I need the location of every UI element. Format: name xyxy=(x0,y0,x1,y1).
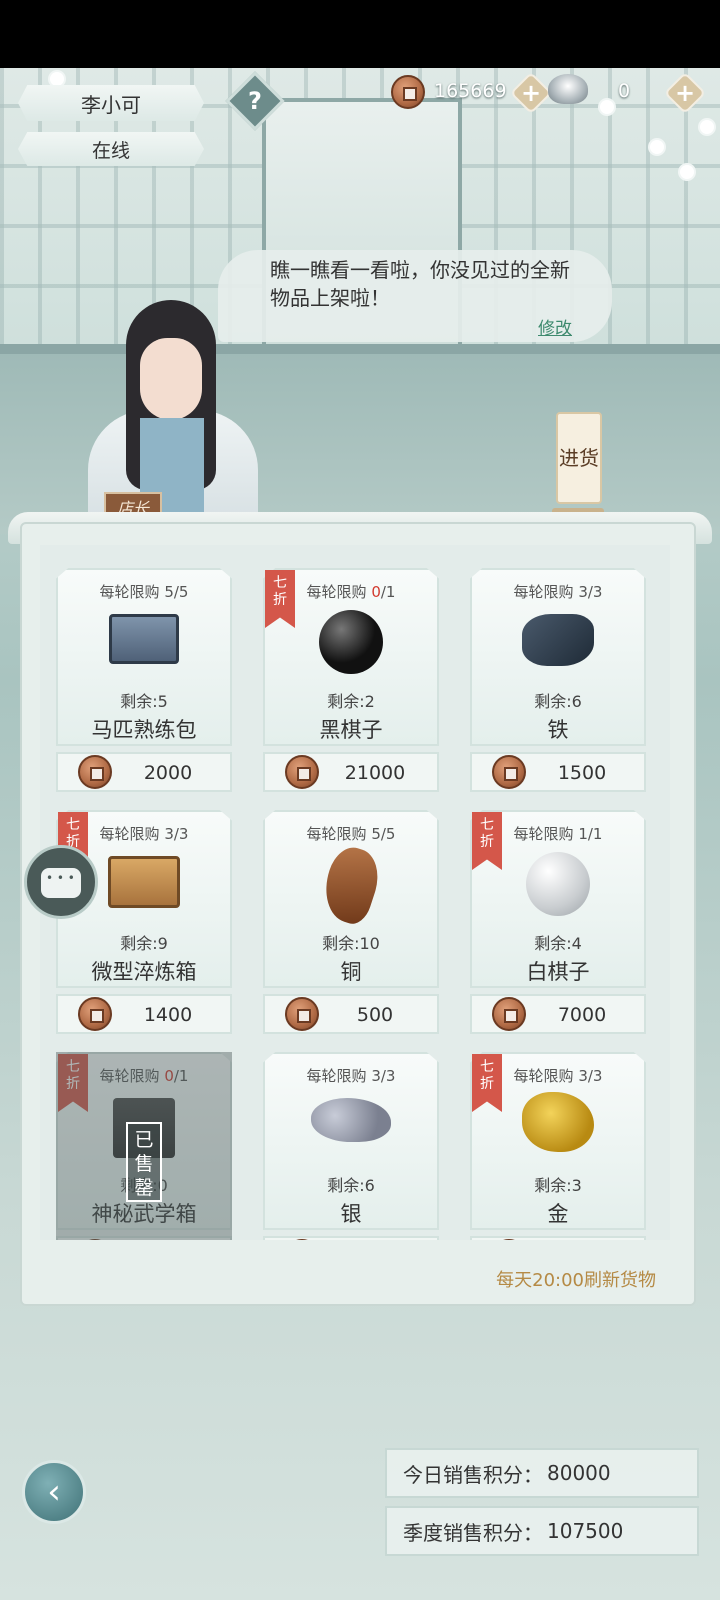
item-card[interactable]: 每轮限购 5/5 剩余:5 马匹熟练包 2000 xyxy=(56,568,232,792)
item-name: 银 xyxy=(340,1202,362,1226)
season-score-value: 107500 xyxy=(547,1519,624,1543)
player-name-banner[interactable]: 李小可 xyxy=(18,85,204,121)
item-card[interactable]: 每轮限购 0/1 剩余:0 神秘武学箱 七 折 已 售 罄 xyxy=(56,1052,232,1240)
item-price: 21000 xyxy=(344,762,406,784)
item-price: 7000 xyxy=(557,1004,607,1026)
copper-coin-icon xyxy=(285,755,319,789)
chest-icon xyxy=(108,856,180,908)
copper-coin-icon xyxy=(391,75,425,109)
today-score-panel: 今日销售积分： 80000 xyxy=(385,1448,699,1498)
item-price: 1500 xyxy=(557,762,607,784)
sold-out-stamp: 已 售 罄 xyxy=(126,1122,162,1202)
item-name: 铁 xyxy=(547,718,569,742)
gold-ore-icon xyxy=(522,1092,594,1152)
item-price: 1400 xyxy=(143,1004,193,1026)
refresh-note: 每天20:00刷新货物 xyxy=(496,1270,656,1291)
copper-coin-icon xyxy=(492,997,526,1031)
blossom-icon xyxy=(50,72,64,86)
item-price: 500 xyxy=(356,1004,394,1026)
chat-icon xyxy=(41,868,81,898)
blossom-icon xyxy=(680,165,694,179)
plus-icon: + xyxy=(674,79,696,107)
back-arrow-icon: ‹ xyxy=(47,1472,61,1512)
back-button[interactable]: ‹ xyxy=(22,1460,86,1524)
remaining-count: 剩余:5 xyxy=(120,692,168,711)
remaining-count: 剩余:3 xyxy=(534,1176,582,1195)
today-score-label: 今日销售积分： xyxy=(403,1462,543,1487)
price-bar[interactable]: 1400 xyxy=(56,994,232,1034)
item-card[interactable]: 每轮限购 5/5 剩余:10 铜 500 xyxy=(263,810,439,1034)
purchase-limit: 每轮限购 3/3 xyxy=(306,1067,396,1085)
chat-button[interactable] xyxy=(24,845,98,919)
item-card[interactable]: 每轮限购 0/1 剩余:2 黑棋子 21000 七 折 xyxy=(263,568,439,792)
copper-coin-icon xyxy=(78,755,112,789)
season-score-label: 季度销售积分： xyxy=(403,1520,543,1545)
price-bar[interactable]: 21000 xyxy=(263,752,439,792)
item-card[interactable]: 每轮限购 3/3 剩余:9 微型淬炼箱 1400 七 折 xyxy=(56,810,232,1034)
copper-ore-icon xyxy=(315,842,387,928)
black-go-stone-icon xyxy=(319,610,383,674)
purchase-limit: 每轮限购 3/3 xyxy=(513,583,603,601)
price-bar[interactable]: 2000 xyxy=(56,752,232,792)
purchase-limit: 每轮限购 5/5 xyxy=(306,825,396,843)
item-price: 2000 xyxy=(143,762,193,784)
restock-label: 进货 xyxy=(559,446,599,470)
blossom-icon xyxy=(700,120,714,134)
edit-speech-link[interactable]: 修改 xyxy=(538,314,572,339)
remaining-count: 剩余:4 xyxy=(534,934,582,953)
status-text: 在线 xyxy=(91,139,130,162)
box-icon xyxy=(109,614,179,664)
remaining-count: 剩余:9 xyxy=(120,934,168,953)
silver-ore-icon xyxy=(311,1098,391,1142)
blossom-icon xyxy=(650,140,664,154)
item-card[interactable]: 每轮限购 3/3 剩余:6 铁 1500 xyxy=(470,568,646,792)
item-card[interactable]: 每轮限购 3/3 剩余:6 银 xyxy=(263,1052,439,1240)
price-bar[interactable]: 1500 xyxy=(470,752,646,792)
speech-text: 瞧一瞧看一看啦，你没见过的全新物品上架啦！ xyxy=(270,258,570,310)
purchase-limit: 每轮限购 5/5 xyxy=(99,583,189,601)
remaining-count: 剩余:2 xyxy=(327,692,375,711)
item-name: 铜 xyxy=(340,960,362,984)
item-name: 微型淬炼箱 xyxy=(91,960,197,984)
copper-coin-icon xyxy=(285,997,319,1031)
silver-ingot-icon xyxy=(548,74,588,104)
price-bar[interactable]: 7000 xyxy=(470,994,646,1034)
blossom-icon xyxy=(600,100,614,114)
today-score-value: 80000 xyxy=(547,1461,611,1485)
price-bar[interactable]: 500 xyxy=(263,994,439,1034)
item-name: 黑棋子 xyxy=(319,718,383,742)
plus-icon: + xyxy=(520,79,542,107)
item-name: 白棋子 xyxy=(526,960,590,984)
item-name: 马匹熟练包 xyxy=(91,718,197,742)
restock-button[interactable]: 进货 xyxy=(556,412,602,504)
item-card[interactable]: 每轮限购 1/1 剩余:4 白棋子 7000 七 折 xyxy=(470,810,646,1034)
item-name: 金 xyxy=(547,1202,569,1226)
season-score-panel: 季度销售积分： 107500 xyxy=(385,1506,699,1556)
copper-coin-icon xyxy=(78,997,112,1031)
question-icon: ? xyxy=(248,87,262,115)
remaining-count: 剩余:6 xyxy=(327,1176,375,1195)
speech-bubble: 瞧一瞧看一看啦，你没见过的全新物品上架啦！ 修改 xyxy=(218,250,612,342)
copper-coin-count: 165669 xyxy=(434,80,507,102)
item-card[interactable]: 每轮限购 3/3 剩余:3 金 七 折 xyxy=(470,1052,646,1240)
shopkeeper-character xyxy=(78,300,268,520)
silver-ingot-count: 0 xyxy=(618,80,631,102)
player-name: 李小可 xyxy=(81,92,141,117)
iron-ore-icon xyxy=(522,614,594,666)
remaining-count: 剩余:6 xyxy=(534,692,582,711)
white-go-stone-icon xyxy=(526,852,590,916)
status-banner[interactable]: 在线 xyxy=(18,132,204,166)
copper-coin-icon xyxy=(492,755,526,789)
remaining-count: 剩余:10 xyxy=(322,934,380,953)
